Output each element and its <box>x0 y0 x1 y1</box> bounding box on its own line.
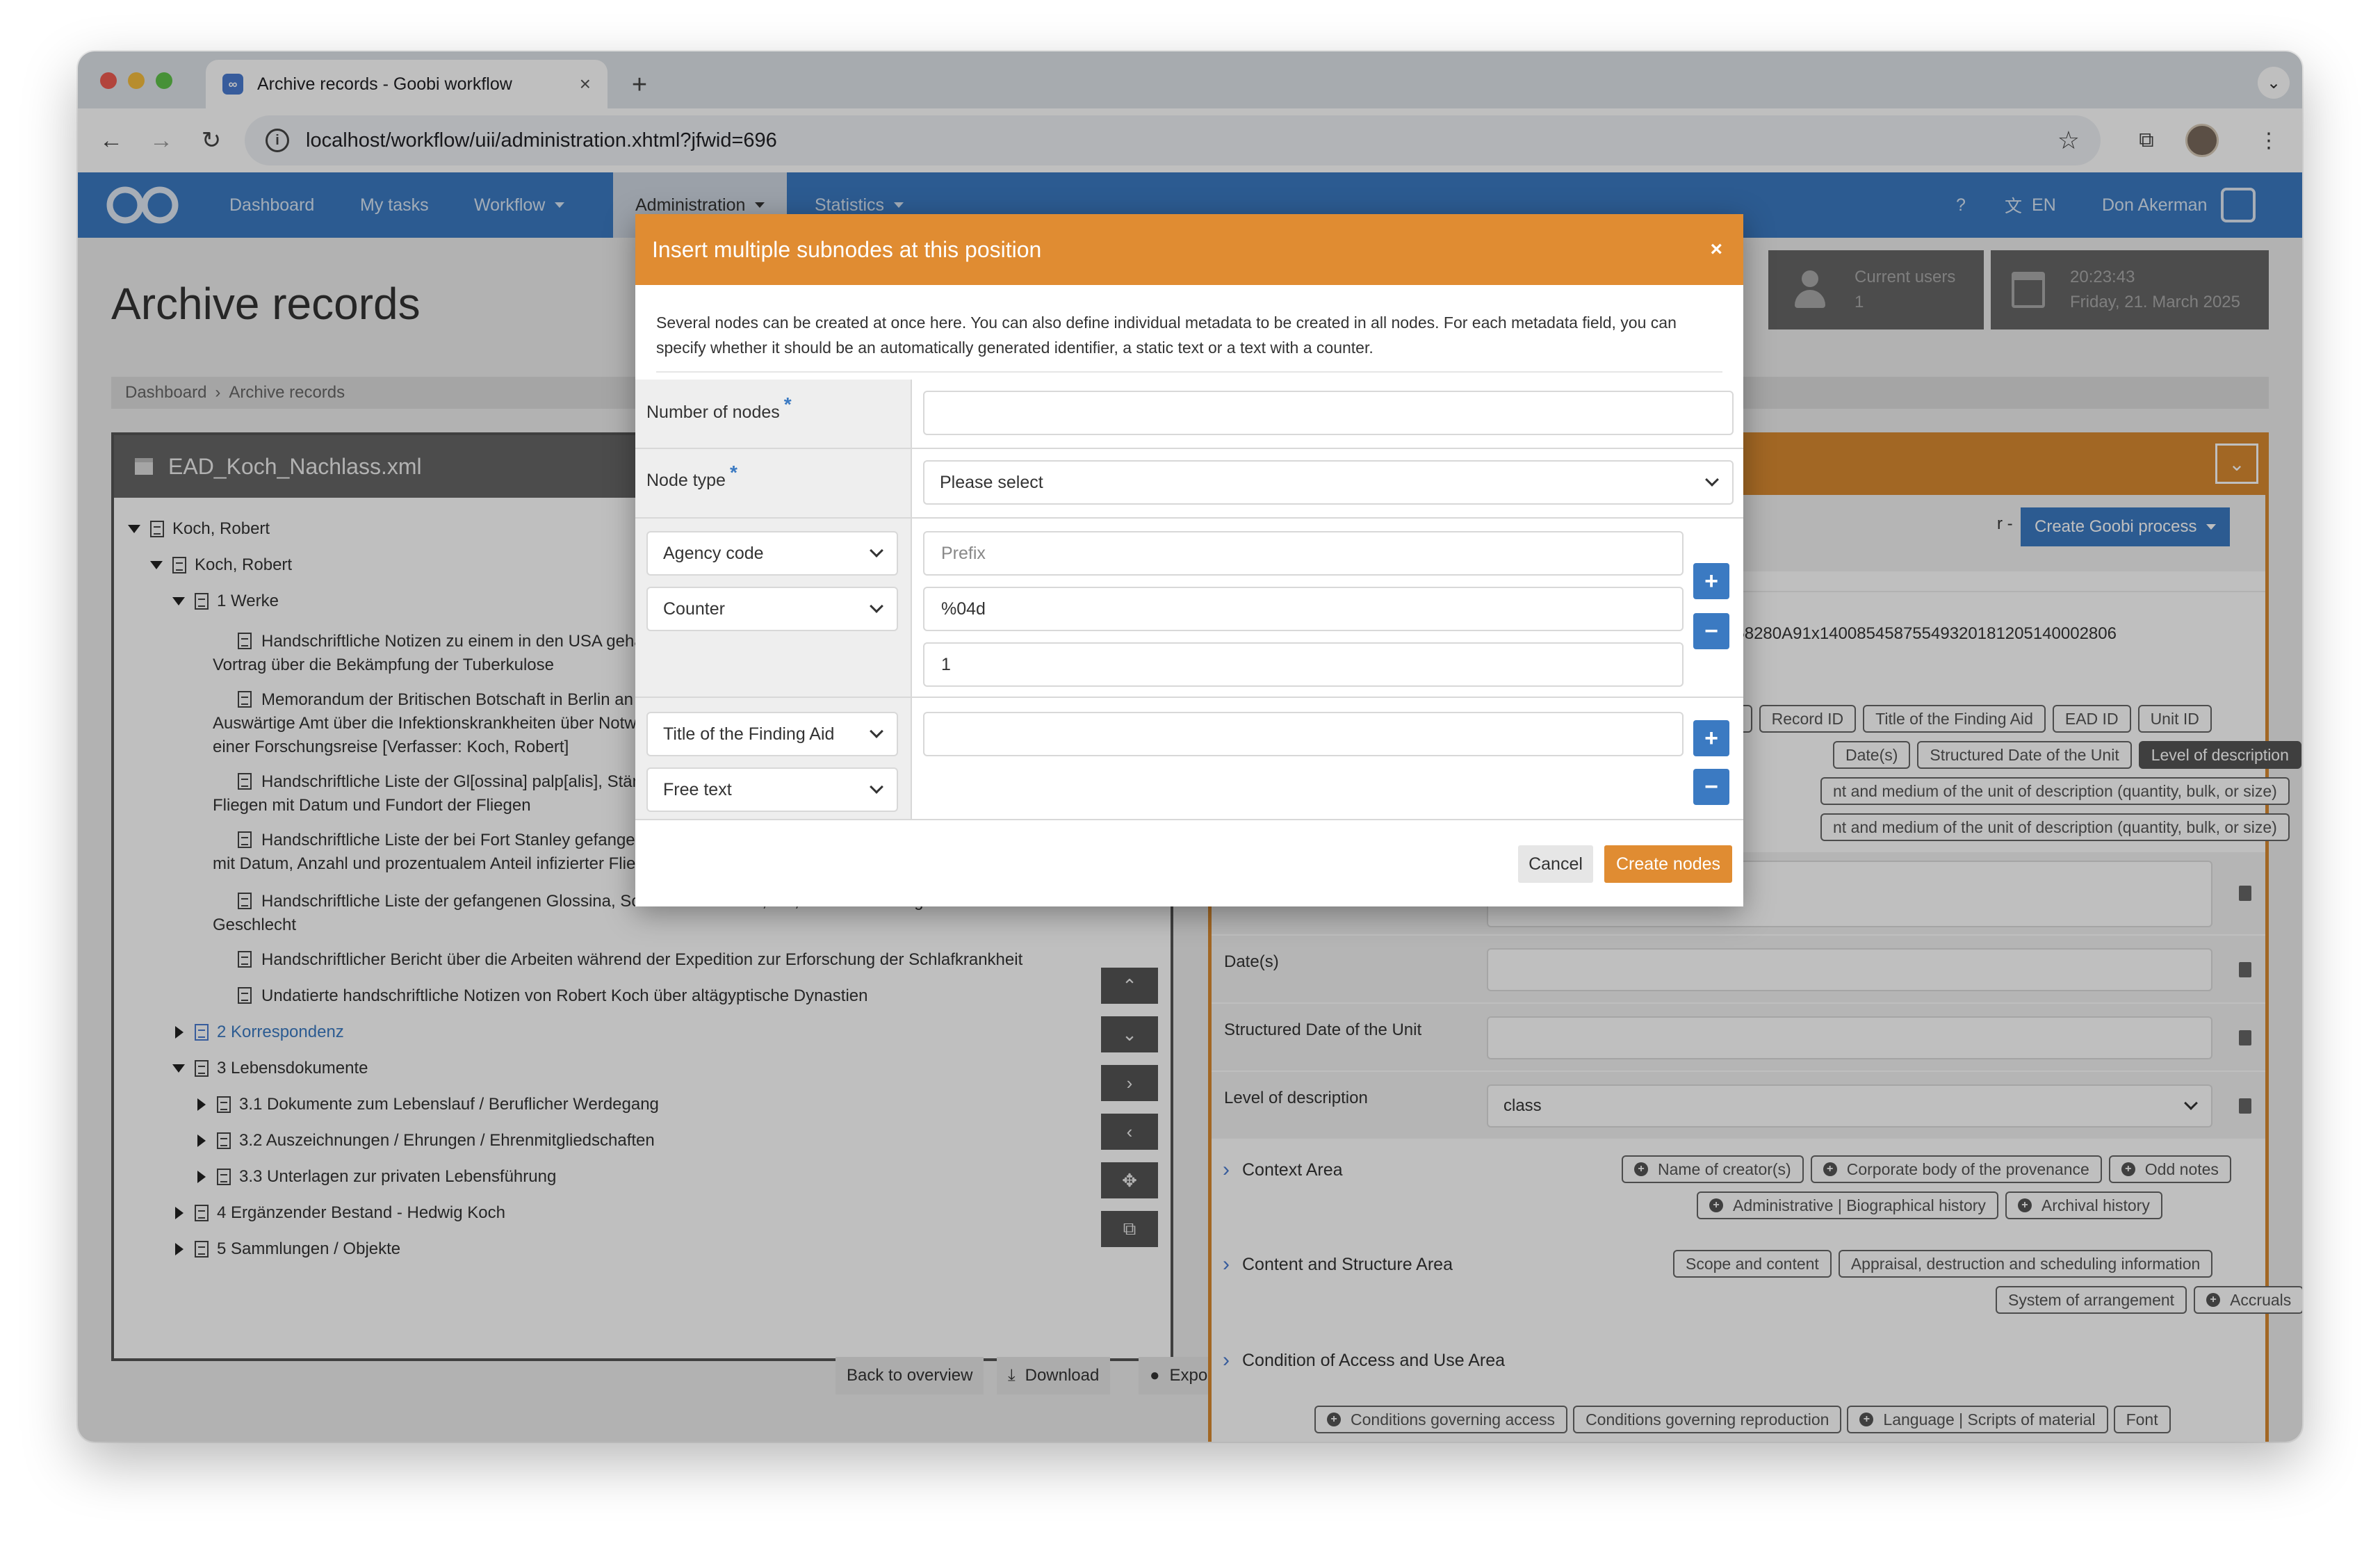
add-metadata-button[interactable]: + <box>1693 720 1729 756</box>
chevron-down-icon <box>870 599 883 613</box>
number-of-nodes-label: Number of nodes * <box>646 393 792 423</box>
remove-metadata-button[interactable]: − <box>1693 769 1729 805</box>
add-metadata-button[interactable]: + <box>1693 563 1729 599</box>
browser-window: ∞ Archive records - Goobi workflow × + ⌄… <box>78 51 2302 1442</box>
divider <box>656 371 1722 373</box>
metadata-2-selectors: Title of the Finding Aid Free text <box>635 698 911 819</box>
counter-format-input[interactable]: %04d <box>923 587 1684 631</box>
dialog-description: Several nodes can be created at once her… <box>656 314 1677 357</box>
type-value: Counter <box>663 599 725 619</box>
free-text-input[interactable] <box>923 712 1684 756</box>
dialog-close-icon[interactable]: × <box>1710 238 1722 261</box>
metadata-1-selectors: Agency code Counter <box>635 519 911 697</box>
field-label: Number of nodes <box>646 402 780 422</box>
chevron-down-icon <box>1705 473 1719 487</box>
number-of-nodes-input-cell <box>911 380 1743 448</box>
metadata-1-values: Prefix %04d 1 + − <box>911 519 1743 697</box>
node-type-select[interactable]: Please select <box>923 460 1734 505</box>
counter-start-input[interactable]: 1 <box>923 642 1684 687</box>
remove-metadata-button[interactable]: − <box>1693 613 1729 649</box>
dialog-header: Insert multiple subnodes at this positio… <box>635 214 1743 285</box>
field-value: Agency code <box>663 543 764 563</box>
prefix-input[interactable]: Prefix <box>923 531 1684 576</box>
metadata-1-field-select[interactable]: Agency code <box>646 531 898 576</box>
node-type-value: Please select <box>940 472 1043 492</box>
required-asterisk: * <box>783 393 792 415</box>
insert-subnodes-dialog: Insert multiple subnodes at this positio… <box>635 214 1743 906</box>
number-of-nodes-input[interactable] <box>923 391 1734 435</box>
chevron-down-icon <box>870 544 883 558</box>
chevron-down-icon <box>870 724 883 738</box>
node-type-label: Node type * <box>646 462 737 491</box>
node-type-select-cell: Please select <box>911 449 1743 517</box>
dialog-title: Insert multiple subnodes at this positio… <box>652 236 1042 262</box>
metadata-2-field-select[interactable]: Title of the Finding Aid <box>646 712 898 756</box>
metadata-2-values: + − <box>911 698 1743 819</box>
create-nodes-button[interactable]: Create nodes <box>1604 845 1732 883</box>
metadata-2-type-select[interactable]: Free text <box>646 767 898 812</box>
chevron-down-icon <box>870 780 883 794</box>
divider <box>635 819 1743 820</box>
field-value: Title of the Finding Aid <box>663 724 835 744</box>
number-of-nodes-label-cell: Number of nodes * <box>635 380 911 448</box>
required-asterisk: * <box>729 462 737 483</box>
cancel-button[interactable]: Cancel <box>1518 845 1593 883</box>
metadata-1-type-select[interactable]: Counter <box>646 587 898 631</box>
field-label: Node type <box>646 471 726 490</box>
node-type-label-cell: Node type * <box>635 449 911 517</box>
type-value: Free text <box>663 779 732 799</box>
